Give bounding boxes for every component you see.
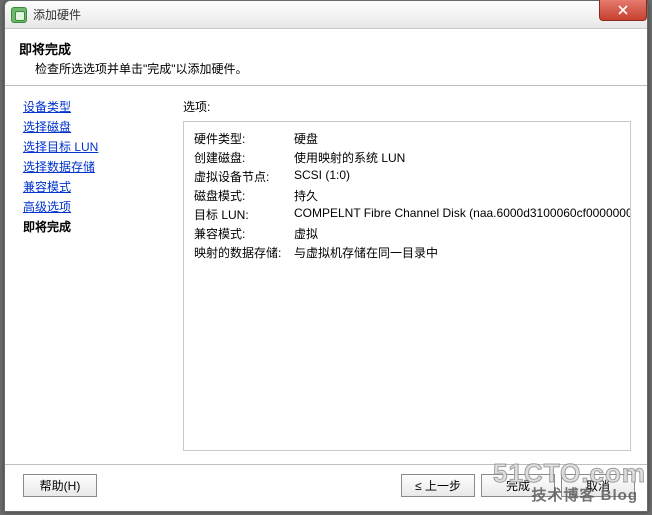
content: 设备类型 选择磁盘 选择目标 LUN 选择数据存储 兼容模式 高级选项 即将完成… [5,86,647,464]
row-hardware-type: 硬件类型: 硬盘 [194,130,620,147]
summary-box: 硬件类型: 硬盘 创建磁盘: 使用映射的系统 LUN 虚拟设备节点: SCSI … [183,121,631,451]
page-subtitle: 检查所选选项并单击"完成"以添加硬件。 [19,60,633,77]
titlebar: 添加硬件 [5,1,647,29]
page-title: 即将完成 [19,39,633,58]
footer: 帮助(H) ≤ 上一步 完成 取消 [5,464,647,506]
row-compat-mode: 兼容模式: 虚拟 [194,225,620,242]
row-target-lun: 目标 LUN: COMPELNT Fibre Channel Disk (naa… [194,206,620,223]
window-title: 添加硬件 [33,6,81,23]
cancel-button[interactable]: 取消 [561,474,635,497]
close-icon [618,5,628,15]
step-select-target-lun[interactable]: 选择目标 LUN [23,138,167,155]
back-button[interactable]: ≤ 上一步 [401,474,475,497]
dialog-window: 添加硬件 即将完成 检查所选选项并单击"完成"以添加硬件。 设备类型 选择磁盘 … [4,0,648,512]
step-compat-mode[interactable]: 兼容模式 [23,178,167,195]
step-select-disk[interactable]: 选择磁盘 [23,118,167,135]
row-virtual-device-node: 虚拟设备节点: SCSI (1:0) [194,168,620,185]
main-panel: 选项: 硬件类型: 硬盘 创建磁盘: 使用映射的系统 LUN 虚拟设备节点: S… [175,86,647,464]
step-device-type[interactable]: 设备类型 [23,98,167,115]
options-label: 选项: [183,98,647,115]
close-button[interactable] [599,0,647,21]
app-icon [11,7,27,23]
step-ready-to-complete: 即将完成 [23,218,167,235]
wizard-steps: 设备类型 选择磁盘 选择目标 LUN 选择数据存储 兼容模式 高级选项 即将完成 [5,86,175,464]
row-disk-mode: 磁盘模式: 持久 [194,187,620,204]
step-advanced-options[interactable]: 高级选项 [23,198,167,215]
help-button[interactable]: 帮助(H) [23,474,97,497]
step-select-datastore[interactable]: 选择数据存储 [23,158,167,175]
finish-button[interactable]: 完成 [481,474,555,497]
row-create-disk: 创建磁盘: 使用映射的系统 LUN [194,149,620,166]
row-mapped-datastore: 映射的数据存储: 与虚拟机存储在同一目录中 [194,244,620,261]
header: 即将完成 检查所选选项并单击"完成"以添加硬件。 [5,29,647,86]
